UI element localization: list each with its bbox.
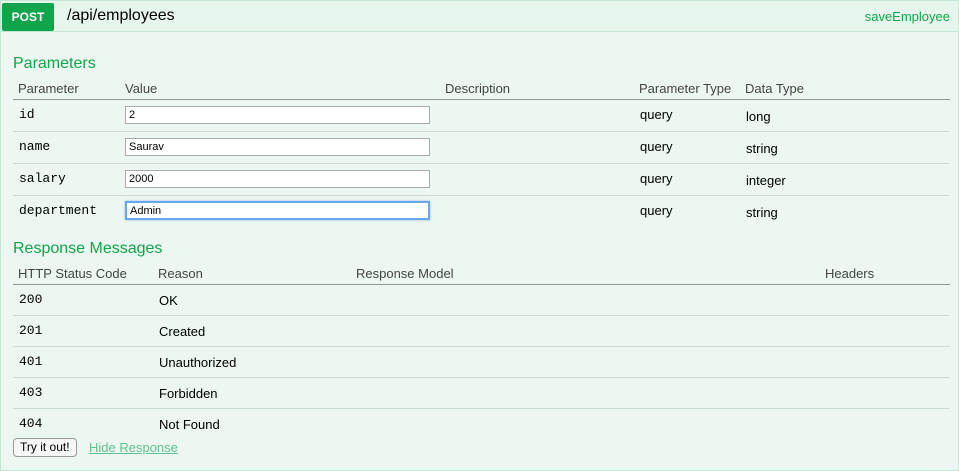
param-header-divider — [13, 99, 950, 100]
param-row-divider — [13, 163, 950, 164]
responses-title: Response Messages — [13, 240, 163, 257]
param-header-parameter: Parameter — [18, 81, 79, 96]
resp-code-401: 401 — [19, 354, 43, 369]
param-name-department: department — [19, 203, 98, 218]
param-type-salary: query — [640, 171, 673, 186]
resp-row-divider — [13, 408, 950, 409]
hide-response-link[interactable]: Hide Response — [89, 440, 178, 455]
resp-header-divider — [13, 284, 950, 285]
param-input-salary[interactable] — [125, 170, 430, 188]
resp-header-status-code: HTTP Status Code — [18, 266, 127, 281]
param-type-name: query — [640, 139, 673, 154]
resp-reason-201: Created — [159, 324, 206, 339]
try-it-out-button[interactable]: Try it out! — [13, 438, 77, 457]
operation-heading[interactable]: POST /api/employees saveEmployee — [1, 1, 958, 32]
param-name-name: name — [19, 139, 51, 154]
param-name-id: id — [19, 107, 35, 122]
param-name-salary: salary — [19, 171, 66, 186]
operation-panel: POST /api/employees saveEmployee Paramet… — [0, 0, 959, 471]
resp-header-headers: Headers — [825, 266, 875, 281]
resp-reason-403: Forbidden — [159, 386, 218, 401]
operation-nickname[interactable]: saveEmployee — [865, 9, 950, 24]
param-input-name[interactable] — [125, 138, 430, 156]
resp-header-reason: Reason — [158, 266, 203, 281]
param-input-department[interactable] — [125, 201, 430, 220]
resp-code-404: 404 — [19, 416, 43, 431]
resp-header-response-model: Response Model — [356, 266, 454, 281]
resp-reason-401: Unauthorized — [159, 355, 237, 370]
param-header-value: Value — [125, 81, 158, 96]
param-input-id[interactable] — [125, 106, 430, 124]
http-method-badge[interactable]: POST — [2, 3, 54, 31]
param-type-id: query — [640, 107, 673, 122]
param-type-department: query — [640, 203, 673, 218]
param-header-parameter-type: Parameter Type — [639, 81, 732, 96]
param-datatype-id: long — [746, 109, 771, 124]
param-datatype-salary: integer — [746, 173, 786, 188]
resp-reason-404: Not Found — [159, 417, 220, 432]
param-datatype-department: string — [746, 205, 778, 220]
param-row-divider — [13, 131, 950, 132]
resp-code-201: 201 — [19, 323, 43, 338]
resp-reason-200: OK — [159, 293, 178, 308]
resp-row-divider — [13, 315, 950, 316]
resp-row-divider — [13, 346, 950, 347]
param-row-divider — [13, 195, 950, 196]
resp-code-200: 200 — [19, 292, 43, 307]
resp-row-divider — [13, 377, 950, 378]
param-header-description: Description — [445, 81, 511, 96]
param-datatype-name: string — [746, 141, 778, 156]
resp-code-403: 403 — [19, 385, 43, 400]
param-header-data-type: Data Type — [745, 81, 805, 96]
endpoint-path[interactable]: /api/employees — [67, 7, 175, 25]
parameters-title: Parameters — [13, 55, 96, 72]
